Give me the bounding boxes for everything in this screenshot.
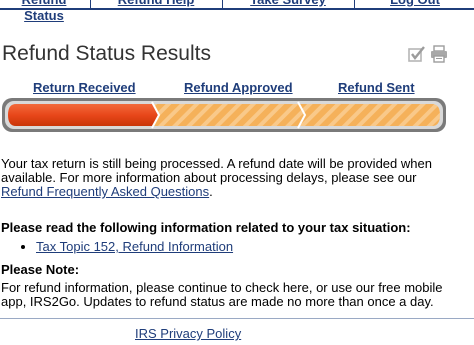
- top-navigation: Refund Status Refund Help Take Survey Lo…: [0, 0, 474, 23]
- status-message-text: Your tax return is still being processed…: [1, 156, 432, 185]
- step-refund-sent[interactable]: Refund Sent: [338, 80, 415, 95]
- page-tools: [408, 45, 452, 65]
- nav-log-out[interactable]: Log Out: [356, 0, 474, 8]
- status-message-tail: .: [209, 184, 213, 199]
- nav-separator: [354, 0, 355, 9]
- nav-refund-status[interactable]: Refund Status: [0, 0, 88, 23]
- nav-separator: [90, 0, 91, 9]
- tax-situation-heading: Please read the following information re…: [1, 220, 411, 235]
- please-note-text: For refund information, please continue …: [1, 280, 443, 309]
- tax-situation-list: Tax Topic 152, Refund Information: [22, 239, 233, 254]
- progress-segment-remaining: [152, 104, 440, 126]
- progress-segment-received: [8, 104, 158, 126]
- nav-refund-help[interactable]: Refund Help: [92, 0, 220, 8]
- irs-privacy-policy-link[interactable]: IRS Privacy Policy: [135, 326, 241, 341]
- nav-take-survey[interactable]: Take Survey: [224, 0, 352, 8]
- please-note-heading: Please Note:: [1, 262, 80, 277]
- checkmark-edit-icon[interactable]: [408, 45, 426, 63]
- status-message: Your tax return is still being processed…: [1, 157, 441, 199]
- step-return-received[interactable]: Return Received: [33, 80, 136, 95]
- footer-divider: [0, 318, 474, 319]
- nav-separator: [222, 0, 223, 9]
- printer-icon[interactable]: [430, 45, 448, 63]
- refund-faq-link[interactable]: Refund Frequently Asked Questions: [1, 184, 209, 199]
- page-title: Refund Status Results: [2, 42, 211, 65]
- list-item: Tax Topic 152, Refund Information: [36, 239, 233, 254]
- tax-topic-152-link[interactable]: Tax Topic 152, Refund Information: [36, 239, 233, 254]
- step-refund-approved[interactable]: Refund Approved: [184, 80, 293, 95]
- refund-progress-bar: [2, 98, 446, 132]
